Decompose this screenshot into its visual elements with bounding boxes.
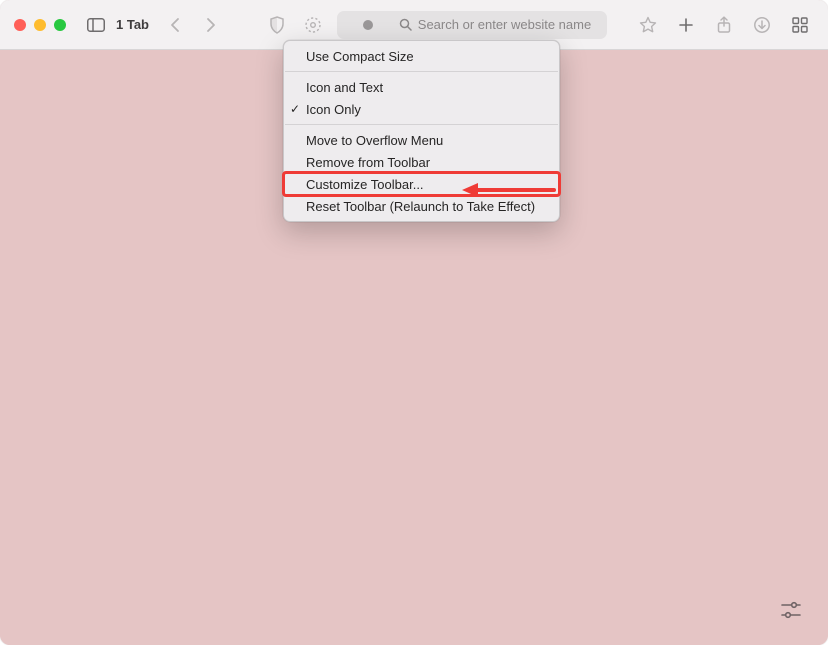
menu-item-move-overflow[interactable]: Move to Overflow Menu: [284, 129, 559, 151]
menu-item-label: Icon Only: [306, 102, 361, 117]
privacy-report-button[interactable]: [263, 11, 291, 39]
shield-half-icon: [269, 16, 285, 34]
download-icon: [753, 16, 771, 34]
search-icon: [399, 18, 412, 31]
address-bar-placeholder: Search or enter website name: [418, 17, 591, 32]
menu-item-label: Customize Toolbar...: [306, 177, 424, 192]
checkmark-icon: ✓: [290, 102, 300, 116]
menu-separator: [285, 71, 558, 72]
toolbar-context-menu: Use Compact Size Icon and Text ✓ Icon On…: [283, 40, 560, 222]
page-settings-button[interactable]: [774, 593, 808, 627]
tab-count-label[interactable]: 1 Tab: [116, 17, 149, 32]
bookmark-button[interactable]: [634, 11, 662, 39]
star-icon: [639, 16, 657, 34]
minimize-window-button[interactable]: [34, 19, 46, 31]
menu-item-remove-toolbar[interactable]: Remove from Toolbar: [284, 151, 559, 173]
address-bar[interactable]: Search or enter website name: [337, 11, 607, 39]
window-controls: [14, 19, 66, 31]
sliders-icon: [780, 601, 802, 619]
menu-item-label: Icon and Text: [306, 80, 383, 95]
menu-item-label: Remove from Toolbar: [306, 155, 430, 170]
browser-window: 1 Tab: [0, 0, 828, 645]
grid-icon: [792, 17, 808, 33]
menu-item-compact-size[interactable]: Use Compact Size: [284, 45, 559, 67]
chevron-right-icon: [206, 17, 216, 33]
gear-outline-icon: [304, 16, 322, 34]
back-button[interactable]: [161, 11, 189, 39]
chevron-left-icon: [170, 17, 180, 33]
plus-icon: [678, 17, 694, 33]
menu-item-icon-and-text[interactable]: Icon and Text: [284, 76, 559, 98]
forward-button[interactable]: [197, 11, 225, 39]
new-tab-button[interactable]: [672, 11, 700, 39]
sidebar-icon: [87, 18, 105, 32]
share-icon: [716, 16, 732, 34]
sidebar-toggle-button[interactable]: [82, 11, 110, 39]
menu-item-label: Use Compact Size: [306, 49, 414, 64]
close-window-button[interactable]: [14, 19, 26, 31]
menu-item-customize-toolbar[interactable]: Customize Toolbar...: [284, 173, 559, 195]
downloads-button[interactable]: [748, 11, 776, 39]
menu-item-reset-toolbar[interactable]: Reset Toolbar (Relaunch to Take Effect): [284, 195, 559, 217]
tab-overview-button[interactable]: [786, 11, 814, 39]
menu-item-label: Reset Toolbar (Relaunch to Take Effect): [306, 199, 535, 214]
share-button[interactable]: [710, 11, 738, 39]
fullscreen-window-button[interactable]: [54, 19, 66, 31]
site-status-dot-icon: [363, 20, 373, 30]
menu-separator: [285, 124, 558, 125]
extensions-button[interactable]: [299, 11, 327, 39]
menu-item-label: Move to Overflow Menu: [306, 133, 443, 148]
menu-item-icon-only[interactable]: ✓ Icon Only: [284, 98, 559, 120]
